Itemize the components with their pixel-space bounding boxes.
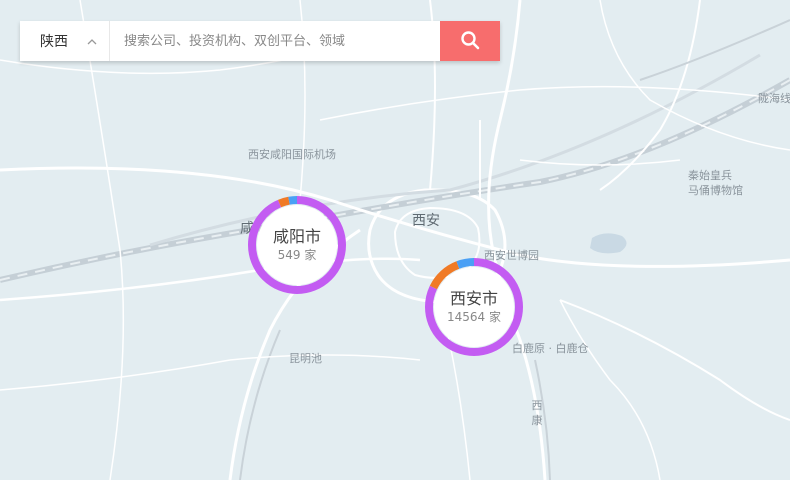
kunming-pond-label: 昆明池 [289, 352, 322, 365]
city-marker-xian[interactable]: 西安市 14564 家 [424, 257, 524, 357]
region-select-value: 陕西 [40, 34, 68, 50]
count-unit: 家 [304, 247, 317, 262]
company-count: 549 [277, 247, 301, 262]
city-name: 西安市 [449, 288, 498, 308]
search-panel: 陕西 [20, 21, 500, 61]
company-count: 14564 [446, 309, 486, 324]
count-unit: 家 [489, 309, 502, 324]
xian-district-label: 西安 [412, 213, 440, 229]
longhai-label: 陇海线 [758, 92, 790, 105]
city-name: 咸阳市 [272, 226, 321, 246]
search-button[interactable] [440, 21, 500, 61]
map-canvas[interactable] [0, 0, 790, 480]
chevron-up-icon [87, 35, 97, 48]
search-input[interactable] [110, 21, 440, 61]
airport-label: 西安咸阳国际机场 [248, 148, 336, 161]
region-select[interactable]: 陕西 [20, 21, 110, 61]
city-marker-xianyang[interactable]: 咸阳市 549 家 [247, 195, 347, 295]
terracotta-label-line1: 秦始皇兵 [688, 169, 732, 182]
terracotta-label-line2: 马俑博物馆 [688, 184, 743, 197]
search-icon [460, 30, 480, 53]
xikang-label: 西康 [531, 399, 543, 427]
